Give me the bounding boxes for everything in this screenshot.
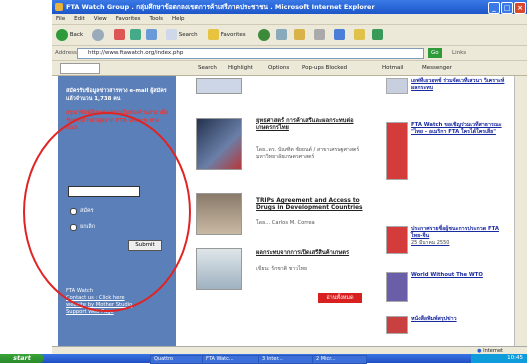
news-thumbnail [386, 226, 408, 254]
news-link[interactable]: World Without The WTO [411, 272, 511, 279]
close-button[interactable]: × [514, 2, 526, 14]
folder-icon [354, 29, 365, 40]
news-thumbnail [386, 122, 408, 180]
print-icon [314, 29, 325, 40]
home-icon [146, 29, 157, 40]
start-button[interactable]: start [0, 354, 44, 363]
menu-help[interactable]: Help [172, 16, 185, 22]
menu-tools[interactable]: Tools [149, 16, 163, 22]
stop-icon [114, 29, 125, 40]
window-title: FTA Watch Group . กลุ่มศึกษาข้อตกลงเขตกา… [66, 3, 375, 11]
address-label: Address [55, 50, 77, 56]
forward-button[interactable] [92, 28, 104, 42]
toolbar-popups-button[interactable]: Pop-ups Blocked [302, 63, 347, 73]
messenger-button[interactable] [372, 28, 383, 42]
article-byline-2: โดย... Carlos M. Correa [256, 220, 315, 226]
search-icon [166, 29, 177, 40]
article-byline-3: เขียน: รักชาติ ชาวไทย [256, 266, 308, 272]
edit-icon [334, 29, 345, 40]
news-thumbnail [386, 78, 408, 94]
article-image-3[interactable] [196, 248, 242, 290]
history-icon [276, 29, 287, 40]
news-link[interactable]: เอฟทีเอวอทช์ ร่วมจัดเวทีเสวนา วิเคราะห์ผ… [411, 78, 511, 92]
toolbar-search-button[interactable]: Search [198, 63, 217, 73]
address-input[interactable]: http://www.ftawatch.org/index.php [77, 48, 424, 59]
news-link[interactable]: ประกาศรายชื่อผู้ชนะการประกวด FTA ไทย-จีน… [411, 226, 511, 246]
news-link[interactable]: หนังสือพิมพ์สรุปข่าว [411, 316, 511, 323]
menu-file[interactable]: File [56, 16, 65, 22]
star-icon [208, 29, 219, 40]
article-title-3[interactable]: ผลกระทบจากการเปิดเสรีสินค้าเกษตร [256, 250, 368, 257]
annotation-circle [23, 112, 191, 312]
media-icon [258, 28, 270, 41]
maximize-button[interactable]: □ [501, 2, 513, 14]
article-title-1[interactable]: ยุทธศาสตร์ การค้าเสรีและผลกระทบต่อเกษตรก… [256, 118, 368, 132]
toolbar-highlight-button[interactable]: Highlight [228, 63, 253, 73]
mail-button[interactable] [294, 28, 305, 42]
links-label[interactable]: Links [452, 48, 466, 58]
news-thumbnail [386, 316, 408, 334]
menu-view[interactable]: View [94, 16, 107, 22]
clock: 10:45 [507, 355, 523, 361]
search-button[interactable]: Search [166, 28, 198, 42]
read-all-button[interactable]: อ่านทั้งหมด [318, 293, 362, 303]
stop-button[interactable] [114, 28, 125, 42]
top-thumbnail [196, 78, 242, 94]
edit-button[interactable] [334, 28, 345, 42]
toolbar-options-button[interactable]: Options [268, 63, 289, 73]
refresh-button[interactable] [130, 28, 141, 42]
favorites-button[interactable]: Favorites [208, 28, 246, 42]
article-image-1[interactable] [196, 118, 242, 170]
ie-icon [55, 3, 63, 11]
newsletter-intro: สมัครรับข้อมูลข่าวสารทาง e-mail ผู้สมัคร… [66, 88, 167, 102]
article-title-2[interactable]: TRIPs Agreement and Access to Drugs in D… [256, 198, 372, 212]
minimize-button[interactable]: _ [488, 2, 500, 14]
history-button[interactable] [276, 28, 287, 42]
menu-edit[interactable]: Edit [74, 16, 85, 22]
address-bar: Address http://www.ftawatch.org/index.ph… [52, 46, 527, 61]
back-button[interactable]: Back [56, 28, 83, 42]
article-byline-1: โดย..ดร. บัณฑิต ชัยยนต์ / สาขาเศรษฐศาสตร… [256, 147, 360, 160]
forward-arrow-icon [92, 28, 104, 41]
vertical-scrollbar[interactable] [514, 76, 527, 346]
print-button[interactable] [314, 28, 325, 42]
article-image-2[interactable] [196, 193, 242, 235]
taskbar: start Quattro FTA Watc... 3 Inter... 2 M… [0, 354, 527, 364]
search-toolbar: Search Highlight Options Pop-ups Blocked… [52, 61, 527, 76]
media-button[interactable] [258, 28, 270, 42]
home-button[interactable] [146, 28, 157, 42]
window-titlebar: FTA Watch Group . กลุ่มศึกษาข้อตกลงเขตกา… [52, 0, 527, 14]
news-thumbnail [386, 272, 408, 302]
toolbar-search-box[interactable] [60, 63, 100, 74]
toolbar-hotmail-button[interactable]: Hotmail [382, 63, 403, 73]
discuss-button[interactable] [354, 28, 365, 42]
system-tray: 10:45 [471, 354, 527, 363]
messenger-icon [372, 29, 383, 40]
back-arrow-icon [56, 28, 68, 41]
news-link[interactable]: FTA Watch ขอเชิญร่วมเวทีสาธารณะ "ไทย - อ… [411, 122, 511, 136]
standard-toolbar: Back Search Favorites [52, 25, 527, 46]
refresh-icon [130, 29, 141, 40]
mail-icon [294, 29, 305, 40]
go-button[interactable]: Go [428, 48, 442, 58]
news-sidebar: เอฟทีเอวอทช์ ร่วมจัดเวทีเสวนา วิเคราะห์ผ… [382, 76, 514, 346]
menu-favorites[interactable]: Favorites [116, 16, 141, 22]
menu-bar: File Edit View Favorites Tools Help [52, 14, 527, 25]
toolbar-messenger-button[interactable]: Messenger [422, 63, 452, 73]
news-date: 25 มีนาคม 2550 [411, 239, 450, 246]
